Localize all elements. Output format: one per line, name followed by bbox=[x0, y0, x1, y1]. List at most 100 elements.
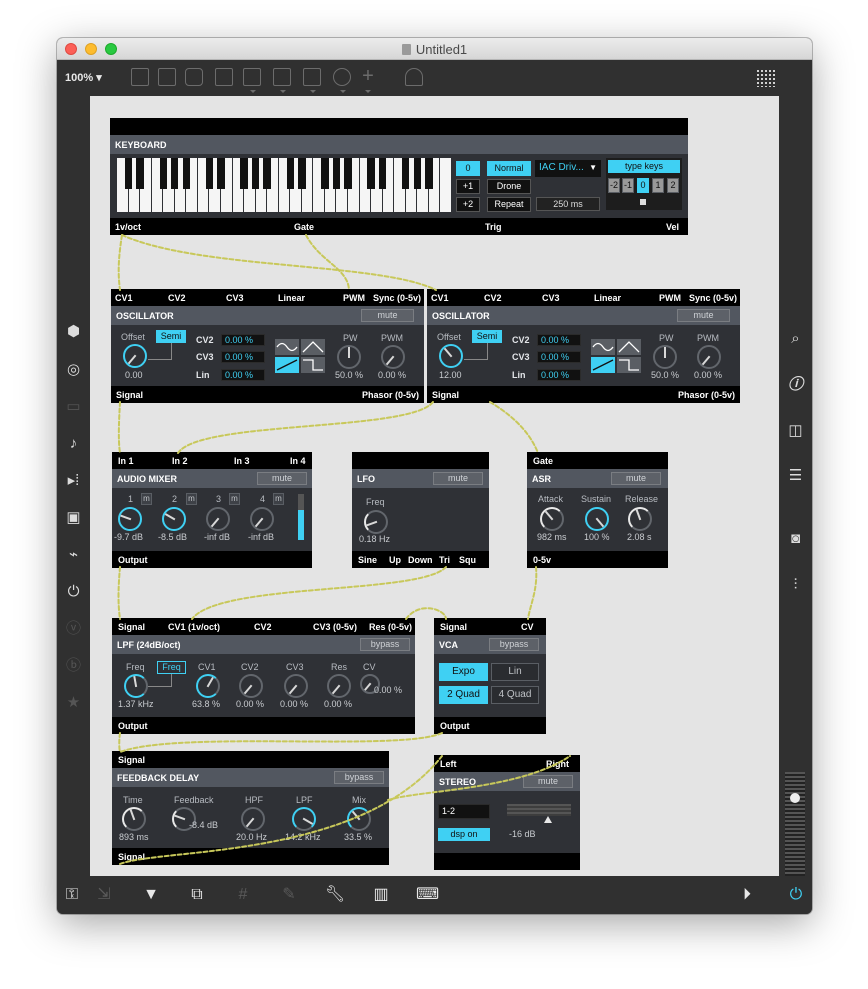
hpf-knob[interactable] bbox=[241, 807, 265, 831]
input-port-linear[interactable]: Linear bbox=[278, 293, 305, 303]
output-port-phasor[interactable]: Phasor (0-5v) bbox=[362, 390, 419, 400]
bypass-button[interactable]: bypass bbox=[489, 638, 539, 651]
pw-knob[interactable] bbox=[337, 345, 361, 369]
piano-white-key[interactable] bbox=[440, 158, 451, 212]
type-keys-octave-0[interactable]: 0 bbox=[637, 178, 649, 193]
cv3-knob[interactable] bbox=[284, 674, 308, 698]
output-port-down[interactable]: Down bbox=[408, 555, 433, 565]
cv3-amount-field[interactable]: 0.00 % bbox=[221, 351, 265, 363]
triangle-wave-button[interactable] bbox=[301, 339, 325, 355]
freq-link-button[interactable]: Freq bbox=[157, 661, 186, 674]
piano-black-key[interactable] bbox=[124, 158, 133, 190]
type-keys-octave-2[interactable]: 2 bbox=[667, 178, 679, 193]
channel-select-field[interactable]: 1-2 bbox=[438, 804, 490, 819]
output-port-0-5v[interactable]: 0-5v bbox=[533, 555, 551, 565]
input-port-cv2[interactable]: CV2 bbox=[254, 622, 272, 632]
mute-button[interactable]: mute bbox=[611, 472, 661, 485]
comment-icon[interactable]: ▼ bbox=[140, 885, 162, 905]
output-port-sine[interactable]: Sine bbox=[358, 555, 377, 565]
input-port-linear[interactable]: Linear bbox=[594, 293, 621, 303]
dsp-on-button[interactable]: dsp on bbox=[438, 828, 490, 841]
octave-button-0[interactable]: 0 bbox=[456, 161, 480, 176]
chevron-down-icon[interactable] bbox=[280, 90, 286, 93]
input-port-cv2[interactable]: CV2 bbox=[168, 293, 186, 303]
mute-button[interactable]: mute bbox=[677, 309, 730, 322]
star-icon[interactable]: ★ bbox=[57, 694, 90, 712]
vst-icon[interactable]: ⓥ bbox=[57, 620, 90, 638]
image-icon[interactable]: ▣ bbox=[57, 509, 90, 527]
pw-knob[interactable] bbox=[653, 345, 677, 369]
info-icon[interactable]: ⓘ bbox=[779, 376, 812, 394]
chevron-down-icon[interactable] bbox=[310, 90, 316, 93]
triangle-wave-button[interactable] bbox=[617, 339, 641, 355]
output-port-squ[interactable]: Squ bbox=[459, 555, 476, 565]
input-port-cv3[interactable]: CV3 (0-5v) bbox=[313, 622, 357, 632]
saw-wave-button[interactable] bbox=[591, 357, 615, 373]
type-keys-button[interactable]: type keys bbox=[608, 160, 680, 173]
mode-button-repeat[interactable]: Repeat bbox=[487, 197, 531, 212]
attack-knob[interactable] bbox=[540, 507, 564, 531]
output-port-output[interactable]: Output bbox=[440, 721, 470, 731]
sine-wave-button[interactable] bbox=[591, 339, 615, 355]
grid-icon[interactable]: # bbox=[232, 885, 254, 905]
input-port-res[interactable]: Res (0-5v) bbox=[369, 622, 412, 632]
paint-bucket-icon[interactable] bbox=[405, 68, 423, 86]
output-port-tri[interactable]: Tri bbox=[439, 555, 450, 565]
package-icon[interactable]: ⬢ bbox=[57, 323, 90, 341]
mixer-sliders-icon[interactable]: ⫶ bbox=[779, 576, 812, 594]
comment-box-icon[interactable] bbox=[158, 68, 176, 86]
saw-wave-button[interactable] bbox=[275, 357, 299, 373]
input-port-signal[interactable]: Signal bbox=[118, 755, 145, 765]
toggle-icon[interactable] bbox=[215, 68, 233, 86]
offset-knob[interactable] bbox=[439, 344, 463, 368]
search-icon[interactable]: ⌕ bbox=[779, 330, 812, 348]
target-icon[interactable]: ◎ bbox=[57, 361, 90, 379]
output-port-signal[interactable]: Signal bbox=[116, 390, 143, 400]
channel-1-gain-knob[interactable] bbox=[118, 507, 142, 531]
output-port-phasor[interactable]: Phasor (0-5v) bbox=[678, 390, 735, 400]
octave-button-plus1[interactable]: +1 bbox=[456, 179, 480, 194]
output-port-gate[interactable]: Gate bbox=[294, 222, 314, 232]
midi-device-menu[interactable]: IAC Driv... ▼ bbox=[535, 160, 601, 177]
slider-object-icon[interactable] bbox=[303, 68, 321, 86]
paperclip-icon[interactable]: ⌁ bbox=[57, 546, 90, 564]
channel-3-gain-knob[interactable] bbox=[206, 507, 230, 531]
cv2-amount-field[interactable]: 0.00 % bbox=[537, 334, 581, 346]
transport-play-icon[interactable]: ⏵ bbox=[736, 885, 758, 905]
gain-slider-handle[interactable] bbox=[544, 816, 552, 823]
cv1-knob[interactable] bbox=[196, 674, 220, 698]
input-port-signal[interactable]: Signal bbox=[440, 622, 467, 632]
input-port-cv3[interactable]: CV3 bbox=[226, 293, 244, 303]
computer-keyboard-icon[interactable]: ⌨ bbox=[416, 885, 439, 905]
piano-black-key[interactable] bbox=[321, 158, 329, 190]
freq-knob[interactable] bbox=[124, 674, 148, 698]
piano-black-key[interactable] bbox=[136, 158, 144, 190]
piano-black-key[interactable] bbox=[402, 158, 410, 190]
piano-black-key[interactable] bbox=[263, 158, 271, 190]
time-knob[interactable] bbox=[122, 807, 146, 831]
type-keys-octave-1[interactable]: 1 bbox=[652, 178, 664, 193]
sustain-knob[interactable] bbox=[585, 507, 609, 531]
two-quad-button[interactable]: 2 Quad bbox=[439, 686, 488, 704]
piano-black-key[interactable] bbox=[413, 158, 422, 190]
input-port-right[interactable]: Right bbox=[546, 759, 569, 769]
piano-black-key[interactable] bbox=[298, 158, 306, 190]
channel-2-gain-knob[interactable] bbox=[162, 507, 186, 531]
mute-button[interactable]: mute bbox=[433, 472, 483, 485]
volume-slider[interactable] bbox=[785, 772, 805, 876]
piano-black-key[interactable] bbox=[378, 158, 387, 190]
input-port-cv1[interactable]: CV1 bbox=[115, 293, 133, 303]
output-port-output[interactable]: Output bbox=[118, 555, 148, 565]
pwm-knob[interactable] bbox=[381, 345, 405, 369]
input-port-in1[interactable]: In 1 bbox=[118, 456, 134, 466]
input-port-cv1[interactable]: CV1 bbox=[431, 293, 449, 303]
mode-button-drone[interactable]: Drone bbox=[487, 179, 531, 194]
plug-icon[interactable]: ⏻ bbox=[57, 583, 90, 601]
piano-black-key[interactable] bbox=[344, 158, 352, 190]
type-keys-octave-minus1[interactable]: -1 bbox=[622, 178, 634, 193]
input-port-cv3[interactable]: CV3 bbox=[542, 293, 560, 303]
grid-toggle-icon[interactable] bbox=[756, 69, 776, 87]
dial-object-icon[interactable] bbox=[333, 68, 351, 86]
channel-3-mute[interactable]: m bbox=[229, 493, 240, 505]
cv3-amount-field[interactable]: 0.00 % bbox=[537, 351, 581, 363]
